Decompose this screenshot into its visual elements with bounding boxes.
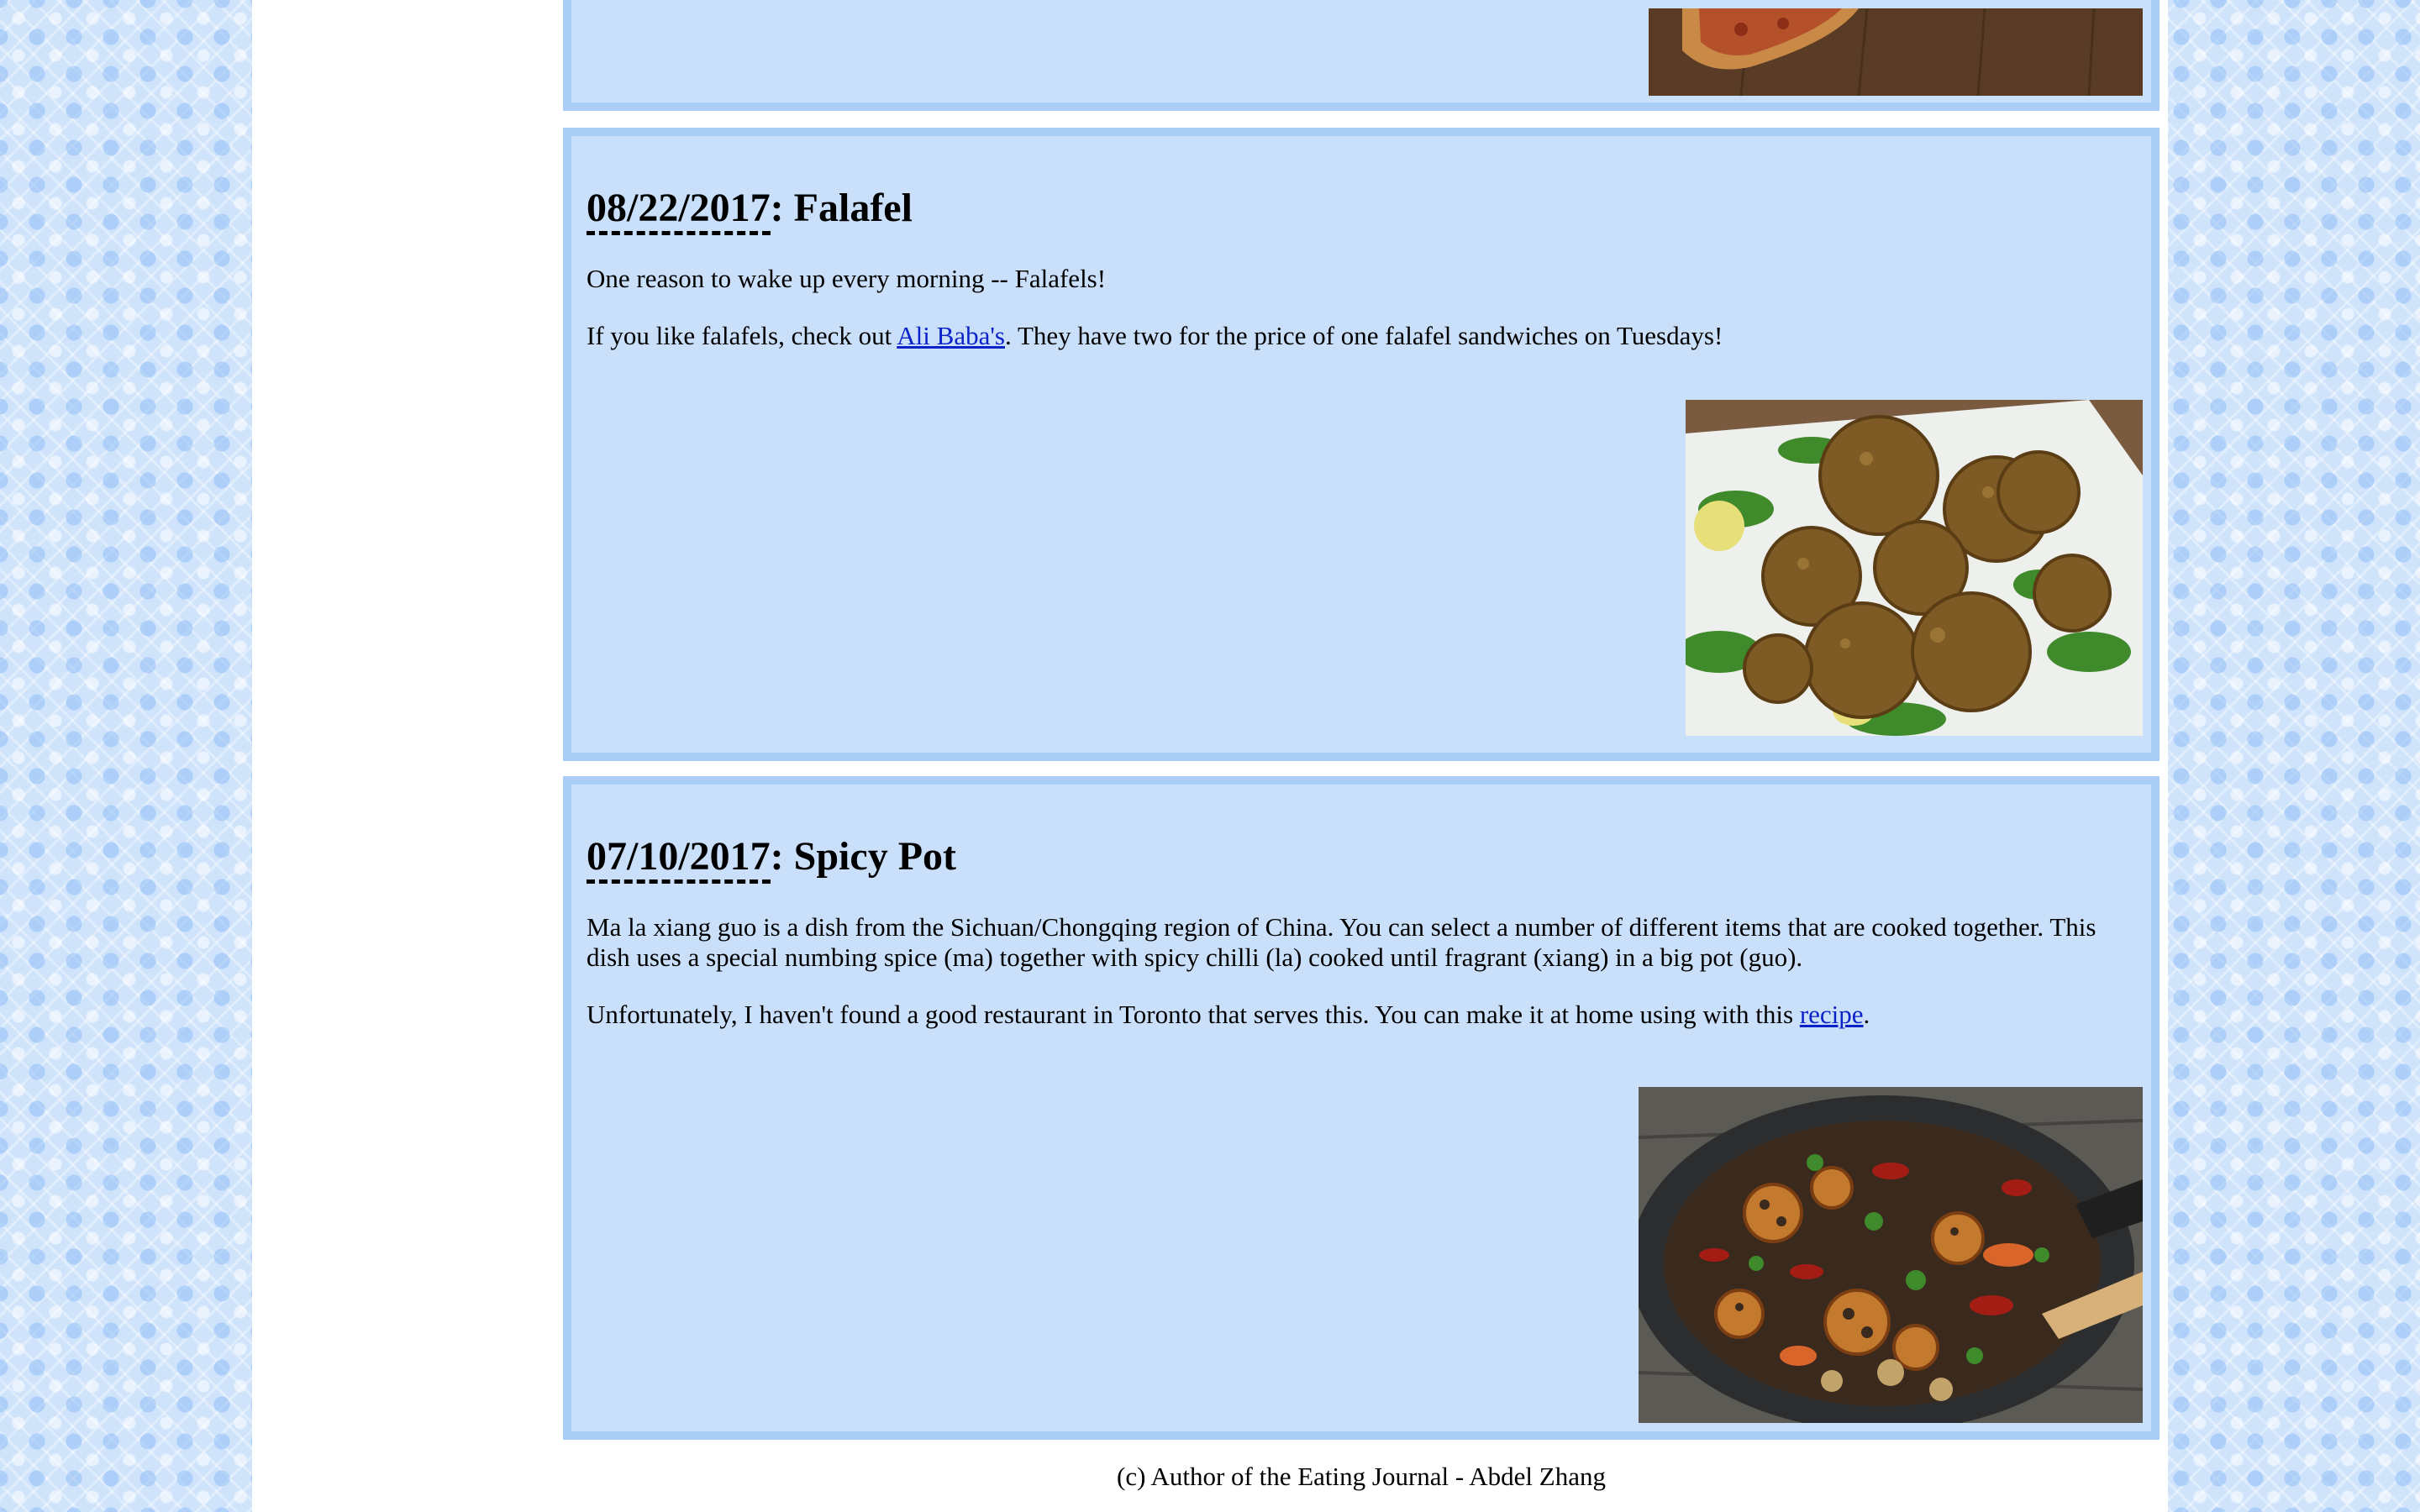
post-paragraph: Unfortunately, I haven't found a good re… <box>587 1000 2141 1030</box>
pizza-photo <box>1649 8 2143 96</box>
paragraph-text: Unfortunately, I haven't found a good re… <box>587 1000 1800 1029</box>
post-date: 07/10/2017 <box>587 834 771 884</box>
post-title-sep: : <box>770 834 794 879</box>
spicy-pot-photo <box>1639 1087 2143 1423</box>
paragraph-text: . They have two for the price of one fal… <box>1005 321 1723 350</box>
post-previous <box>563 0 2160 111</box>
paragraph-text: . <box>1863 1000 1870 1029</box>
paragraph-text: Ma la xiang guo is a dish from the Sichu… <box>587 912 2096 972</box>
recipe-link[interactable]: recipe <box>1800 1000 1864 1029</box>
paragraph-text: If you like falafels, check out <box>587 321 897 350</box>
post-paragraph: Ma la xiang guo is a dish from the Sichu… <box>587 912 2141 973</box>
post-paragraph: If you like falafels, check out Ali Baba… <box>587 321 2141 351</box>
post-title-text: Falafel <box>793 186 913 230</box>
post-paragraph: One reason to wake up every morning -- F… <box>587 264 2141 294</box>
post-date: 08/22/2017 <box>587 186 771 235</box>
ali-babas-link[interactable]: Ali Baba's <box>897 321 1005 350</box>
post-title: 07/10/2017: Spicy Pot <box>587 834 956 884</box>
post-title-text: Spicy Pot <box>793 834 956 879</box>
post-title-sep: : <box>770 186 794 230</box>
post-title: 08/22/2017: Falafel <box>587 186 913 235</box>
falafel-photo <box>1686 400 2143 736</box>
footer: (c) Author of the Eating Journal - Abdel… <box>563 1462 2160 1492</box>
footer-text: (c) Author of the Eating Journal - Abdel… <box>1117 1462 1606 1491</box>
paragraph-text: One reason to wake up every morning -- F… <box>587 264 1107 293</box>
post-spicy-pot: 07/10/2017: Spicy Pot Ma la xiang guo is… <box>563 776 2160 1440</box>
post-falafel: 08/22/2017: Falafel One reason to wake u… <box>563 128 2160 761</box>
